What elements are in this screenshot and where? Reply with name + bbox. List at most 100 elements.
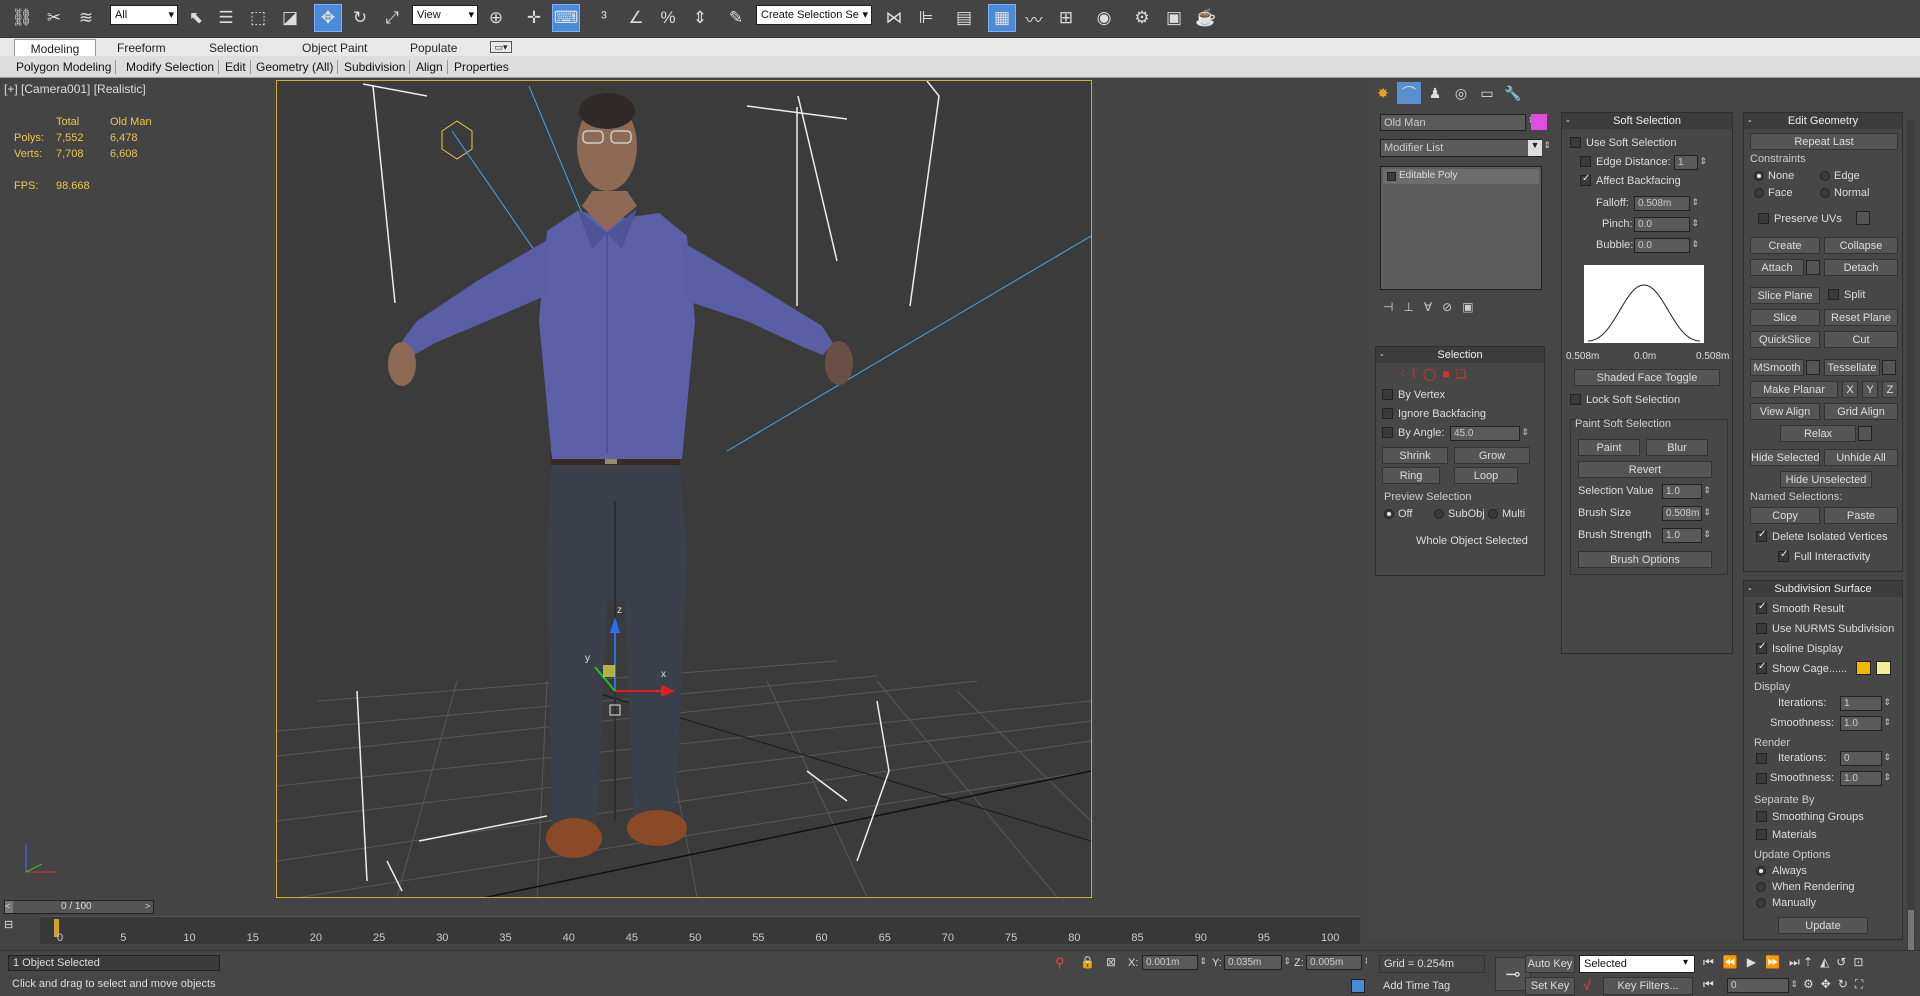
- ribbon-item-geometry-all[interactable]: Geometry (All): [252, 60, 339, 74]
- current-frame-field[interactable]: 0: [1727, 978, 1798, 993]
- planar-y-button[interactable]: Y: [1862, 381, 1878, 398]
- pivot-center-icon[interactable]: ⊕: [482, 4, 510, 32]
- pin-stack-icon[interactable]: ⊣: [1383, 300, 1403, 314]
- selection-rollout-title[interactable]: Selection: [1376, 347, 1544, 363]
- render-iterations-spinner[interactable]: 0: [1840, 751, 1891, 766]
- selection-filter-select[interactable]: All: [110, 5, 178, 25]
- show-cage-checkbox[interactable]: [1756, 661, 1767, 674]
- shaded-face-toggle-button[interactable]: Shaded Face Toggle: [1574, 369, 1720, 386]
- camera-viewport[interactable]: z y x: [276, 80, 1092, 898]
- hierarchy-tab-icon[interactable]: ♟: [1423, 82, 1447, 104]
- x-coord-field[interactable]: 0.001m: [1142, 955, 1207, 970]
- repeat-last-button[interactable]: Repeat Last: [1750, 133, 1898, 150]
- utilities-tab-icon[interactable]: 🔧: [1501, 82, 1525, 104]
- object-color-swatch[interactable]: [1531, 114, 1547, 130]
- paste-button[interactable]: Paste: [1824, 507, 1898, 524]
- update-button[interactable]: Update: [1778, 917, 1868, 934]
- constraint-normal-radio[interactable]: [1820, 188, 1830, 198]
- selection-value-spinner[interactable]: 1.0: [1662, 484, 1711, 499]
- tessellate-settings-icon[interactable]: [1882, 360, 1896, 375]
- bind-space-warp-icon[interactable]: ≋: [72, 4, 100, 32]
- manipulate-icon[interactable]: ✛: [520, 4, 548, 32]
- modifier-list-select[interactable]: Modifier List: [1380, 139, 1551, 157]
- render-iterations-checkbox[interactable]: [1756, 753, 1767, 764]
- smoothing-groups-checkbox[interactable]: [1756, 811, 1767, 822]
- cage-color-swatch-1[interactable]: [1856, 661, 1871, 675]
- rect-selection-icon[interactable]: ⬚: [244, 4, 272, 32]
- hide-unselected-button[interactable]: Hide Unselected: [1780, 471, 1872, 488]
- zoom-extents-icon[interactable]: ⊡: [1853, 955, 1870, 969]
- use-nurms-checkbox[interactable]: [1756, 623, 1767, 634]
- time-tag-icon[interactable]: [1351, 979, 1365, 993]
- constraint-edge-radio[interactable]: [1820, 171, 1830, 181]
- display-smoothness-spinner[interactable]: 1.0: [1840, 716, 1891, 731]
- key-mode-dropdown-icon[interactable]: ▾: [1683, 957, 1688, 968]
- constraint-face-radio[interactable]: [1754, 188, 1764, 198]
- bubble-spinner[interactable]: 0.0: [1634, 238, 1699, 253]
- ribbon-item-align[interactable]: Align: [412, 60, 448, 74]
- tessellate-button[interactable]: Tessellate: [1824, 359, 1880, 376]
- loop-button[interactable]: Loop: [1454, 467, 1518, 484]
- curve-editor-icon[interactable]: 〰: [1020, 4, 1048, 32]
- z-coord-field[interactable]: 0.005m: [1306, 955, 1371, 970]
- update-always-radio[interactable]: [1756, 866, 1766, 876]
- preview-multi-radio[interactable]: [1488, 509, 1498, 519]
- chevron-down-icon[interactable]: ▼: [1528, 140, 1542, 156]
- update-when-rendering-radio[interactable]: [1756, 882, 1766, 892]
- paint-button[interactable]: Paint: [1578, 439, 1640, 456]
- edit-geometry-title[interactable]: Edit Geometry: [1744, 113, 1902, 129]
- tab-modeling[interactable]: Modeling: [14, 39, 96, 56]
- full-interactivity-checkbox[interactable]: [1778, 549, 1789, 562]
- by-angle-spinner[interactable]: 45.0: [1450, 426, 1529, 441]
- by-vertex-checkbox[interactable]: [1382, 389, 1393, 400]
- select-by-name-icon[interactable]: ☰: [212, 4, 240, 32]
- unlink-icon[interactable]: ✂: [40, 4, 68, 32]
- ref-coord-select[interactable]: View: [412, 5, 478, 25]
- preserve-uvs-checkbox[interactable]: [1758, 213, 1769, 224]
- msmooth-button[interactable]: MSmooth: [1750, 359, 1804, 376]
- brush-options-button[interactable]: Brush Options: [1578, 551, 1712, 568]
- unhide-all-button[interactable]: Unhide All: [1824, 449, 1898, 466]
- ring-button[interactable]: Ring: [1382, 467, 1440, 484]
- split-checkbox[interactable]: [1828, 289, 1839, 300]
- slice-button[interactable]: Slice: [1750, 309, 1820, 326]
- pinch-spinner[interactable]: 0.0: [1634, 217, 1699, 232]
- percent-snap-icon[interactable]: %: [654, 4, 682, 32]
- ribbon-item-modify-selection[interactable]: Modify Selection: [122, 60, 220, 74]
- snaps-3d-icon[interactable]: ³: [590, 4, 618, 32]
- ribbon-toggle-icon[interactable]: ▭▾: [490, 41, 512, 53]
- remove-modifier-icon[interactable]: ⊘: [1442, 300, 1462, 314]
- tab-object-paint[interactable]: Object Paint: [292, 39, 377, 56]
- go-to-start-icon[interactable]: ⏮: [1703, 955, 1723, 969]
- edge-distance-checkbox[interactable]: [1580, 156, 1591, 167]
- configure-modifier-sets-icon[interactable]: ▣: [1462, 300, 1483, 314]
- grid-align-button[interactable]: Grid Align: [1824, 403, 1898, 420]
- rendered-frame-window-icon[interactable]: ▣: [1160, 4, 1188, 32]
- edit-named-selections-icon[interactable]: ✎: [722, 4, 750, 32]
- by-angle-checkbox[interactable]: [1382, 427, 1393, 438]
- edge-icon[interactable]: ⌇: [1411, 367, 1423, 381]
- previous-frame-icon[interactable]: ⏪: [1723, 955, 1747, 969]
- modify-tab-icon[interactable]: ⌒: [1397, 82, 1421, 104]
- isolate-selection-icon[interactable]: ⚲: [1055, 955, 1065, 971]
- command-panel-scrollbar[interactable]: [1907, 120, 1915, 960]
- relax-button[interactable]: Relax: [1780, 425, 1856, 442]
- selection-lock-icon[interactable]: 🔒: [1080, 955, 1095, 969]
- display-iterations-spinner[interactable]: 1: [1840, 696, 1891, 711]
- key-filters-button[interactable]: Key Filters...: [1603, 977, 1693, 995]
- collapse-button[interactable]: Collapse: [1824, 237, 1898, 254]
- motion-tab-icon[interactable]: ◎: [1449, 82, 1473, 104]
- ribbon-item-polygon-modeling[interactable]: Polygon Modeling: [12, 60, 117, 74]
- attach-button[interactable]: Attach: [1750, 259, 1804, 276]
- auto-key-button[interactable]: Auto Key: [1525, 955, 1575, 973]
- stack-item-editable-poly[interactable]: Editable Poly: [1383, 169, 1539, 184]
- slice-plane-button[interactable]: Slice Plane: [1750, 287, 1820, 304]
- time-slider[interactable]: < 0 / 100 >: [4, 900, 154, 914]
- affect-backfacing-checkbox[interactable]: [1580, 173, 1591, 186]
- materials-checkbox[interactable]: [1756, 829, 1767, 840]
- named-selection-set-select[interactable]: Create Selection Se: [756, 5, 872, 25]
- msmooth-settings-icon[interactable]: [1806, 360, 1820, 375]
- select-and-rotate-icon[interactable]: ↻: [346, 4, 374, 32]
- shrink-button[interactable]: Shrink: [1382, 447, 1448, 464]
- time-config-icon[interactable]: ⚙: [1803, 977, 1821, 991]
